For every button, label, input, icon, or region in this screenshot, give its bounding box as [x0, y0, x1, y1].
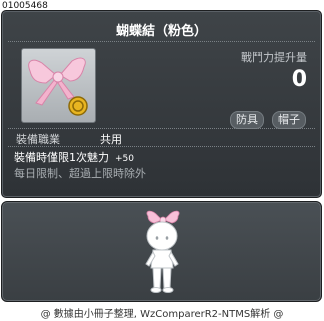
item-tooltip-panel: 蝴蝶結（粉色） 戰鬥力提升量 0 防具 帽子 裝備職業 共用 裝備時僅限1次魅力…	[1, 10, 322, 198]
effect-line: 裝備時僅限1次魅力 +50	[14, 149, 134, 165]
job-label: 裝備職業	[16, 133, 60, 146]
item-title: 蝴蝶結（粉色）	[115, 24, 207, 39]
pink-bow-icon	[28, 57, 88, 116]
effect-divider	[8, 146, 315, 147]
category-tag-hat: 帽子	[272, 111, 306, 129]
credit-footer: @ 數據由小冊子整理, WzComparerR2-NTMS解析 @	[40, 309, 284, 320]
item-icon-frame	[21, 48, 96, 123]
avatar-preview-panel	[1, 201, 322, 302]
combat-power-value: 0	[291, 67, 307, 92]
combat-power-label: 戰鬥力提升量	[241, 51, 307, 64]
info-divider	[8, 128, 315, 129]
job-value: 共用	[100, 133, 122, 146]
limit-text: 每日限制、超過上限時除外	[14, 167, 146, 180]
effect-text: 裝備時僅限1次魅力	[14, 151, 109, 164]
avatar-preview	[145, 210, 180, 293]
effect-value: +50	[115, 154, 134, 164]
title-divider	[8, 41, 315, 42]
category-tag-armor: 防具	[230, 111, 264, 129]
